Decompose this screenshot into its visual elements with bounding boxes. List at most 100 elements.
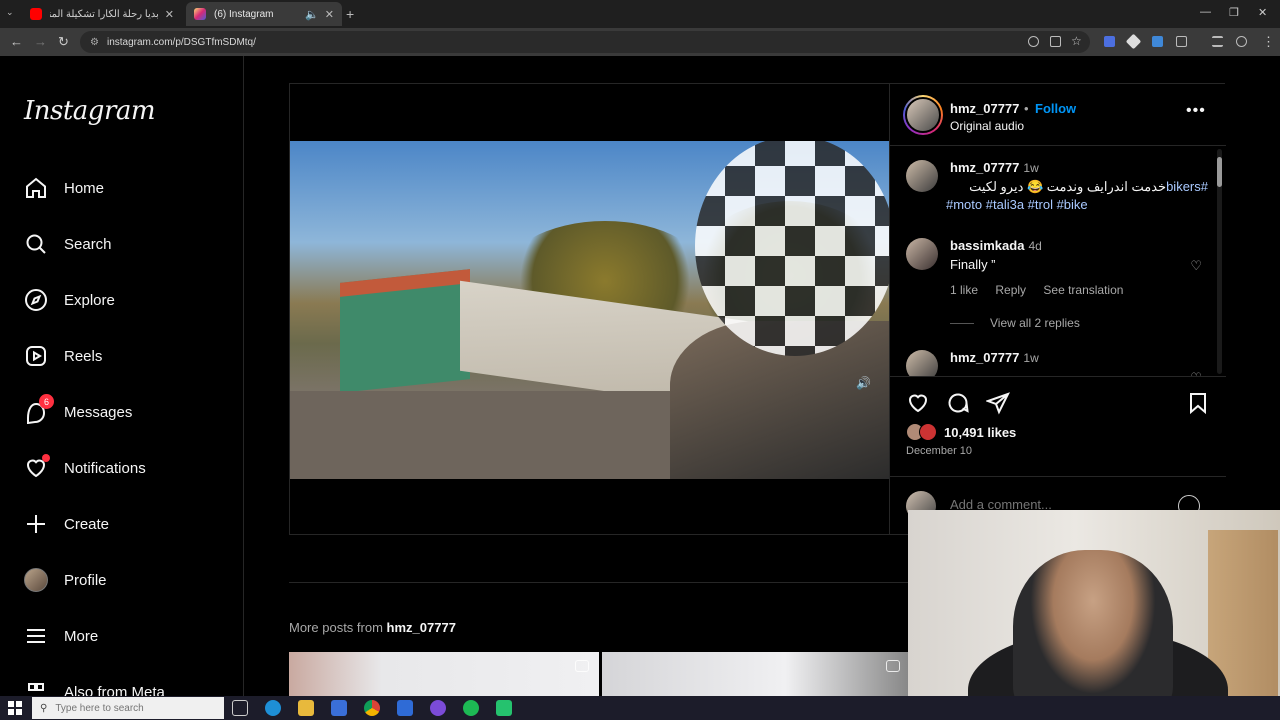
reel-indicator-icon xyxy=(886,660,900,672)
save-bookmark-icon[interactable] xyxy=(1186,391,1210,415)
volume-icon[interactable]: 🔊 xyxy=(856,376,871,390)
post-thumbnail[interactable] xyxy=(602,652,908,696)
sidebar-item-explore[interactable]: Explore xyxy=(22,280,115,320)
comment-time: 4d xyxy=(1028,239,1042,253)
close-tab-icon[interactable]: ✕ xyxy=(325,8,334,21)
file-explorer-icon[interactable] xyxy=(298,700,314,716)
post-card: 🔊 hmz_07777 • Follow Original audio ••• … xyxy=(289,83,1226,535)
app-icon[interactable] xyxy=(397,700,413,716)
username[interactable]: hmz_07777 xyxy=(950,160,1019,175)
site-info-icon[interactable]: ⚙ xyxy=(90,37,99,48)
chrome-icon[interactable] xyxy=(364,700,380,716)
view-replies-button[interactable]: View all 2 replies xyxy=(950,316,1080,330)
extensions-puzzle-icon[interactable] xyxy=(1176,36,1187,47)
comment-time: 1w xyxy=(1023,351,1039,365)
task-view-icon[interactable] xyxy=(232,700,248,716)
avatar[interactable] xyxy=(906,160,938,192)
hashtag-link[interactable]: #bikers xyxy=(1166,179,1208,194)
follow-button[interactable]: Follow xyxy=(1035,101,1076,116)
taskbar-search-input[interactable] xyxy=(55,702,206,714)
forward-icon[interactable]: → xyxy=(34,34,47,49)
close-tab-icon[interactable]: ✕ xyxy=(165,8,174,21)
app-icon[interactable] xyxy=(496,700,512,716)
audio-link[interactable]: Original audio xyxy=(950,119,1024,133)
extension-icon[interactable] xyxy=(1152,36,1163,47)
tab-search-button[interactable]: ⌄ xyxy=(6,7,14,18)
caption-line-1: #bikersخدمت اندرايف وندمت 😂 ديرو لكيت xyxy=(946,178,1208,196)
restore-icon[interactable]: ❐ xyxy=(1229,6,1239,19)
avatar[interactable] xyxy=(906,350,938,376)
sidebar-item-messages[interactable]: 6 Messages xyxy=(22,392,132,432)
avatar xyxy=(905,97,941,133)
taskbar-search[interactable]: ⚲ xyxy=(32,697,224,719)
username[interactable]: bassimkada xyxy=(950,238,1024,253)
scrollbar-thumb[interactable] xyxy=(1217,157,1222,187)
plus-icon xyxy=(22,510,50,538)
install-app-icon[interactable] xyxy=(1050,36,1061,47)
close-window-icon[interactable]: ✕ xyxy=(1258,6,1267,19)
screen: ⌄ بديا رحلة الكارا تشكيلة المنتخب ✕ (6) … xyxy=(0,0,1280,720)
likes-row[interactable]: 10,491 likes xyxy=(906,423,1016,441)
comment-bubble-icon[interactable] xyxy=(946,391,970,415)
minimize-icon[interactable]: — xyxy=(1200,6,1211,18)
reading-list-icon[interactable] xyxy=(1212,36,1223,47)
sidebar-item-reels[interactable]: Reels xyxy=(22,336,102,376)
post-sidebar: hmz_07777 • Follow Original audio ••• hm… xyxy=(889,84,1226,534)
more-posts-username[interactable]: hmz_07777 xyxy=(387,620,456,635)
comment-username: hmz_07777 1w xyxy=(950,350,1039,365)
caption-text: #bikersخدمت اندرايف وندمت 😂 ديرو لكيت #m… xyxy=(946,178,1208,214)
post-username[interactable]: hmz_07777 xyxy=(950,101,1019,116)
tab-audio-icon[interactable]: 🔈 xyxy=(305,8,319,21)
post-thumbnail[interactable] xyxy=(289,652,599,696)
story-ring-avatar[interactable] xyxy=(903,95,943,135)
address-bar[interactable]: ⚙ instagram.com/p/DSGTfmSDMtq/ xyxy=(80,31,1090,53)
comments-scrollbar[interactable] xyxy=(1217,149,1222,374)
sidebar-item-label: Search xyxy=(64,235,112,253)
post-date: December 10 xyxy=(906,445,973,457)
edge-icon[interactable] xyxy=(265,700,281,716)
new-tab-button[interactable]: + xyxy=(346,6,354,22)
extension-icon[interactable] xyxy=(1125,33,1142,50)
profile-icon[interactable] xyxy=(1236,36,1247,47)
reload-icon[interactable]: ↻ xyxy=(58,34,69,50)
comment-meta: 1 like Reply See translation xyxy=(950,283,1137,297)
username[interactable]: hmz_07777 xyxy=(950,350,1019,365)
reply-button[interactable]: Reply xyxy=(995,283,1026,297)
sidebar-item-label: Notifications xyxy=(64,459,146,477)
bookmark-star-icon[interactable]: ☆ xyxy=(1071,34,1082,48)
like-comment-heart-icon[interactable]: ♡ xyxy=(1190,258,1202,274)
search-icon: ⚲ xyxy=(40,702,48,714)
sidebar-item-profile[interactable]: Profile xyxy=(22,560,107,600)
store-icon[interactable] xyxy=(331,700,347,716)
zoom-icon[interactable] xyxy=(1028,36,1039,47)
post-video[interactable] xyxy=(290,141,889,479)
sidebar-item-create[interactable]: Create xyxy=(22,504,109,544)
windows-start-icon[interactable] xyxy=(8,701,22,715)
sidebar-item-label: Messages xyxy=(64,403,133,421)
hashtag-links[interactable]: #moto #tali3a #trol #bike xyxy=(946,197,1088,212)
sidebar-item-search[interactable]: Search xyxy=(22,224,112,264)
back-icon[interactable]: ← xyxy=(10,34,23,49)
sidebar-item-label: Profile xyxy=(64,571,107,589)
like-heart-icon[interactable] xyxy=(906,391,930,415)
share-icon[interactable] xyxy=(985,391,1010,415)
comment-likes[interactable]: 1 like xyxy=(950,283,978,297)
browser-tab-instagram[interactable]: (6) Instagram 🔈 ✕ xyxy=(186,2,342,26)
sidebar-item-home[interactable]: Home xyxy=(22,168,104,208)
post-header: hmz_07777 • Follow Original audio ••• xyxy=(890,84,1226,146)
see-translation-button[interactable]: See translation xyxy=(1043,283,1123,297)
browser-tab-youtube[interactable]: بديا رحلة الكارا تشكيلة المنتخب ✕ xyxy=(22,2,182,26)
extension-translate-icon[interactable] xyxy=(1104,36,1115,47)
sidebar-item-notifications[interactable]: Notifications xyxy=(22,448,146,488)
post-media[interactable]: 🔊 xyxy=(290,84,889,534)
app-icon[interactable] xyxy=(430,700,446,716)
likes-count[interactable]: 10,491 likes xyxy=(944,425,1016,440)
more-options-icon[interactable]: ••• xyxy=(1186,102,1206,120)
heart-icon xyxy=(22,454,50,482)
instagram-logo[interactable]: Instagram xyxy=(24,96,156,126)
avatar[interactable] xyxy=(906,238,938,270)
spotify-icon[interactable] xyxy=(463,700,479,716)
browser-menu-icon[interactable]: ⋮ xyxy=(1262,34,1275,50)
more-posts-prefix: More posts from xyxy=(289,620,383,635)
sidebar-item-more[interactable]: More xyxy=(22,616,98,656)
